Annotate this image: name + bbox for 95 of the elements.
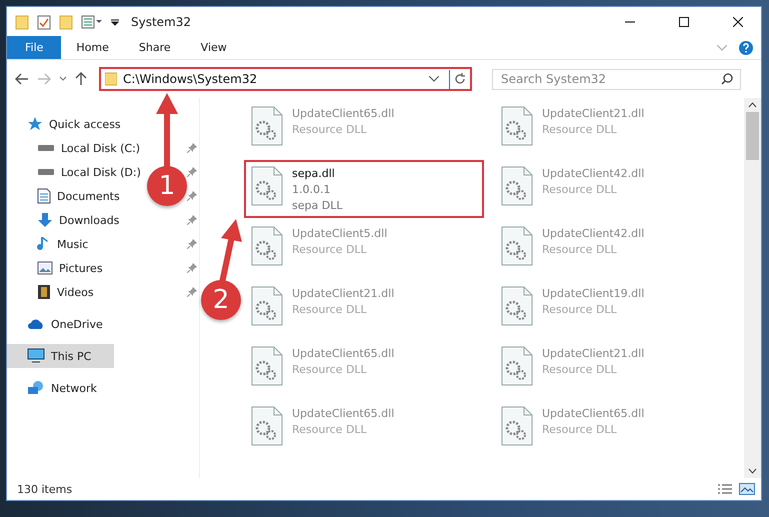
file-gear-icon bbox=[250, 286, 284, 326]
file-gear-icon bbox=[250, 106, 284, 146]
pin-icon[interactable] bbox=[187, 263, 197, 273]
sidebar-item[interactable]: Music bbox=[7, 232, 92, 256]
file-name: UpdateClient21.dll bbox=[292, 286, 394, 302]
monitor-icon bbox=[27, 348, 45, 364]
pin-icon[interactable] bbox=[187, 143, 197, 153]
file-name: UpdateClient19.dll bbox=[542, 286, 644, 302]
cloud-icon bbox=[27, 318, 45, 330]
file-detail: sepa DLL bbox=[292, 198, 342, 214]
scrollbar-thumb[interactable] bbox=[746, 112, 759, 160]
file-detail: Resource DLL bbox=[542, 422, 618, 438]
sidebar-item[interactable]: Local Disk (D:) bbox=[7, 160, 145, 184]
file-name: UpdateClient65.dll bbox=[292, 106, 394, 122]
download-arrow-icon bbox=[37, 212, 53, 228]
file-gear-icon bbox=[500, 106, 534, 146]
file-name: UpdateClient65.dll bbox=[542, 406, 644, 422]
address-bar[interactable]: C:\Windows\System32 bbox=[99, 67, 472, 91]
file-name: UpdateClient65.dll bbox=[292, 406, 394, 422]
sidebar-item[interactable]: OneDrive bbox=[7, 312, 107, 336]
film-icon bbox=[37, 284, 51, 300]
file-detail: Resource DLL bbox=[542, 242, 618, 258]
picture-icon bbox=[37, 261, 53, 275]
search-icon[interactable] bbox=[721, 72, 733, 84]
back-button[interactable] bbox=[15, 73, 29, 85]
scroll-down-icon[interactable] bbox=[748, 468, 757, 474]
music-note-icon bbox=[37, 236, 51, 252]
details-view-icon[interactable] bbox=[717, 483, 733, 495]
sidebar-item[interactable]: Pictures bbox=[7, 256, 107, 280]
file-gear-icon bbox=[250, 346, 284, 386]
sidebar-item[interactable]: Network bbox=[7, 376, 101, 400]
pin-icon[interactable] bbox=[187, 215, 197, 225]
window-title: System32 bbox=[131, 14, 192, 28]
sidebar-item[interactable]: This PC bbox=[7, 344, 114, 368]
dropdown-chevron-icon[interactable] bbox=[429, 76, 439, 82]
document-icon bbox=[37, 188, 51, 204]
file-detail: Resource DLL bbox=[542, 362, 618, 378]
file-name: sepa.dll bbox=[292, 166, 336, 182]
sidebar-item[interactable]: Quick access bbox=[7, 112, 125, 136]
file-gear-icon bbox=[500, 346, 534, 386]
large-icons-view-icon[interactable] bbox=[739, 483, 755, 495]
maximize-icon bbox=[679, 16, 689, 26]
star-icon bbox=[27, 116, 43, 132]
pin-icon[interactable] bbox=[187, 191, 197, 201]
close-icon bbox=[733, 16, 743, 26]
sidebar-item[interactable]: Videos bbox=[7, 280, 98, 304]
sidebar-item[interactable]: Local Disk (C:) bbox=[7, 136, 144, 160]
file-name: UpdateClient65.dll bbox=[292, 346, 394, 362]
file-name: UpdateClient42.dll bbox=[542, 226, 644, 242]
pin-icon[interactable] bbox=[187, 287, 197, 297]
view-list-icon[interactable] bbox=[81, 14, 103, 28]
file-detail: Resource DLL bbox=[542, 182, 618, 198]
up-button[interactable] bbox=[75, 72, 87, 86]
ribbon-tab[interactable]: Share bbox=[124, 36, 186, 59]
pin-icon[interactable] bbox=[187, 239, 197, 249]
file-detail: Resource DLL bbox=[292, 242, 368, 258]
file-gear-icon bbox=[500, 166, 534, 206]
file-gear-icon bbox=[500, 406, 534, 446]
file-gear-icon bbox=[250, 226, 284, 266]
properties-check-icon[interactable] bbox=[37, 14, 51, 30]
ribbon-tab[interactable]: Home bbox=[61, 36, 124, 59]
file-detail: Resource DLL bbox=[542, 122, 618, 138]
file-name: UpdateClient42.dll bbox=[542, 166, 644, 182]
sidebar-item[interactable]: Documents bbox=[7, 184, 124, 208]
sidebar-item[interactable]: Downloads bbox=[7, 208, 124, 232]
address-path: C:\Windows\System32 bbox=[123, 72, 258, 86]
ribbon-tab[interactable]: View bbox=[186, 36, 242, 59]
network-globe-icon bbox=[27, 380, 45, 396]
scroll-up-icon[interactable] bbox=[748, 102, 757, 108]
file-gear-icon bbox=[500, 286, 534, 326]
dropdown-caret-icon[interactable] bbox=[111, 18, 119, 26]
help-icon[interactable] bbox=[739, 40, 753, 54]
folder-icon bbox=[105, 72, 117, 86]
item-count: 130 items bbox=[17, 482, 72, 496]
file-detail: Resource DLL bbox=[292, 122, 368, 138]
file-name: UpdateClient21.dll bbox=[542, 106, 644, 122]
file-gear-icon bbox=[250, 166, 284, 206]
expand-chevron-icon[interactable] bbox=[717, 44, 727, 50]
pin-icon[interactable] bbox=[187, 167, 197, 177]
file-detail: Resource DLL bbox=[292, 362, 368, 378]
file-name: UpdateClient5.dll bbox=[292, 226, 388, 242]
file-menu-tab[interactable]: File bbox=[7, 36, 62, 59]
file-gear-icon bbox=[250, 406, 284, 446]
file-name: UpdateClient21.dll bbox=[542, 346, 644, 362]
search-field[interactable]: Search System32 bbox=[492, 68, 741, 90]
file-item[interactable]: sepa.dll 1.0.0.1 sepa DLL bbox=[244, 160, 484, 218]
file-detail: Resource DLL bbox=[292, 422, 368, 438]
recent-locations-button[interactable] bbox=[59, 76, 67, 82]
file-detail: Resource DLL bbox=[292, 302, 368, 318]
file-detail: 1.0.0.1 bbox=[292, 182, 332, 198]
file-detail: Resource DLL bbox=[542, 302, 618, 318]
vertical-scrollbar[interactable] bbox=[744, 98, 761, 478]
drive-icon bbox=[37, 168, 55, 176]
drive-icon bbox=[37, 144, 55, 152]
file-gear-icon bbox=[500, 226, 534, 266]
